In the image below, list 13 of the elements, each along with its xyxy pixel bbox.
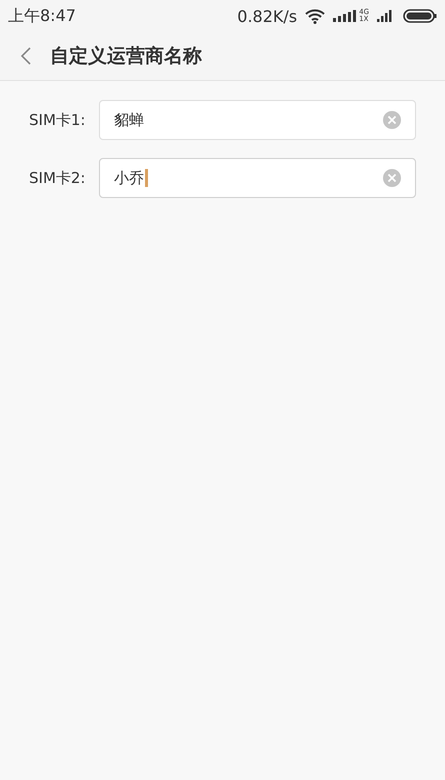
battery-icon xyxy=(403,9,437,23)
page-title: 自定义运营商名称 xyxy=(50,44,202,69)
status-time: 上午8:47 xyxy=(8,6,76,26)
field-label: SIM卡1: xyxy=(29,110,86,130)
clear-icon[interactable] xyxy=(383,169,401,187)
input-field[interactable]: 小乔 xyxy=(99,158,416,198)
wifi-icon xyxy=(305,8,326,24)
back-icon[interactable] xyxy=(20,47,32,65)
field-label: SIM卡2: xyxy=(29,168,86,188)
clear-icon[interactable] xyxy=(383,111,401,129)
network-speed: 0.82K/s xyxy=(237,6,298,26)
signal-icon xyxy=(333,10,358,22)
input-field[interactable]: 貂蝉 xyxy=(99,100,416,140)
